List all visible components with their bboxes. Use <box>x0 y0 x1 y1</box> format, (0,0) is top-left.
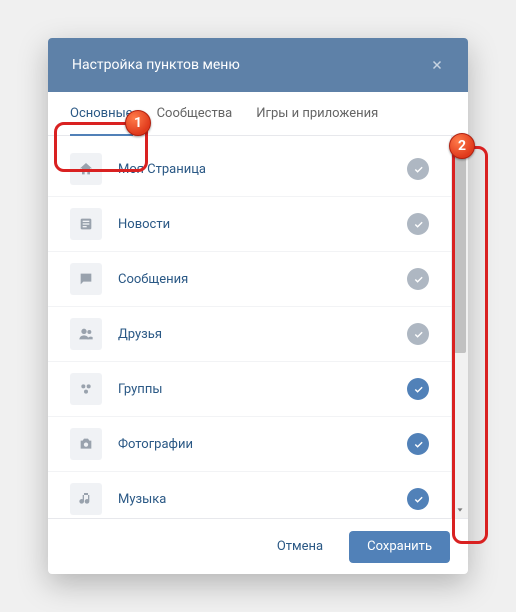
tabs-bar: Основные Сообщества Игры и приложения <box>48 92 468 136</box>
check-locked <box>407 213 429 235</box>
menu-items-list: Моя Страница Новости Сообщения <box>48 136 451 518</box>
friends-icon <box>70 318 102 350</box>
item-label: Друзья <box>118 327 391 342</box>
item-music[interactable]: Музыка <box>48 472 451 518</box>
scrollbar[interactable] <box>451 136 468 518</box>
tab-games[interactable]: Игры и приложения <box>256 92 378 135</box>
item-my-page[interactable]: Моя Страница <box>48 142 451 197</box>
item-label: Моя Страница <box>118 162 391 177</box>
item-label: Новости <box>118 217 391 232</box>
items-scroll-wrap: Моя Страница Новости Сообщения <box>48 136 468 518</box>
tab-communities-label: Сообщества <box>157 106 233 121</box>
item-label: Группы <box>118 382 391 397</box>
cancel-label: Отмена <box>277 539 323 554</box>
close-icon <box>430 58 444 72</box>
item-messages[interactable]: Сообщения <box>48 252 451 307</box>
music-icon <box>70 483 102 515</box>
check-locked <box>407 158 429 180</box>
groups-icon <box>70 373 102 405</box>
check-locked <box>407 268 429 290</box>
scrollbar-track[interactable] <box>452 153 468 501</box>
tab-games-label: Игры и приложения <box>256 106 378 121</box>
modal-title: Настройка пунктов меню <box>72 57 240 73</box>
scrollbar-thumb[interactable] <box>454 153 466 353</box>
check-locked <box>407 323 429 345</box>
cancel-button[interactable]: Отмена <box>259 531 341 563</box>
modal-header: Настройка пунктов меню <box>48 38 468 92</box>
item-label: Музыка <box>118 492 391 507</box>
item-friends[interactable]: Друзья <box>48 307 451 362</box>
item-news[interactable]: Новости <box>48 197 451 252</box>
check-toggle[interactable] <box>407 488 429 510</box>
home-icon <box>70 153 102 185</box>
check-toggle[interactable] <box>407 378 429 400</box>
scroll-up-button[interactable] <box>452 136 468 153</box>
chevron-up-icon <box>455 140 465 150</box>
scroll-down-button[interactable] <box>452 501 468 518</box>
modal-footer: Отмена Сохранить <box>48 518 468 574</box>
menu-settings-modal: Настройка пунктов меню Основные Сообщест… <box>48 38 468 574</box>
news-icon <box>70 208 102 240</box>
close-button[interactable] <box>424 52 450 78</box>
chevron-down-icon <box>455 505 465 515</box>
messages-icon <box>70 263 102 295</box>
item-label: Сообщения <box>118 272 391 287</box>
tab-communities[interactable]: Сообщества <box>157 92 233 135</box>
save-label: Сохранить <box>367 539 432 554</box>
item-photos[interactable]: Фотографии <box>48 417 451 472</box>
save-button[interactable]: Сохранить <box>349 531 450 563</box>
photos-icon <box>70 428 102 460</box>
item-label: Фотографии <box>118 437 391 452</box>
tab-main-label: Основные <box>70 106 133 121</box>
check-toggle[interactable] <box>407 433 429 455</box>
item-groups[interactable]: Группы <box>48 362 451 417</box>
tab-main[interactable]: Основные <box>70 92 133 135</box>
